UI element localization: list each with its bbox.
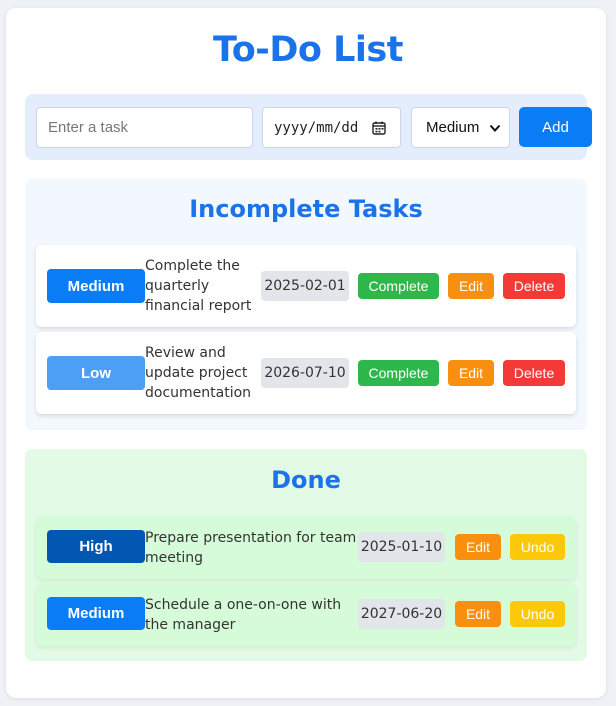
task-text-line: financial report xyxy=(145,298,252,314)
task-text: Complete the quarterly financial report xyxy=(145,256,251,316)
task-text: Review and update project documentation xyxy=(145,343,251,403)
priority-badge: High xyxy=(47,530,145,563)
due-date-badge: 2025-02-01 xyxy=(261,271,349,301)
task-text-line: Prepare presentation for team xyxy=(145,530,357,546)
page-title: To-Do List xyxy=(213,30,403,70)
edit-button[interactable]: Edit xyxy=(455,534,501,560)
task-text-line: meeting xyxy=(145,550,204,566)
edit-button[interactable]: Edit xyxy=(448,360,494,386)
task-text-line: Review and xyxy=(145,345,226,361)
task-text-line: Complete the xyxy=(145,258,240,274)
add-button[interactable]: Add xyxy=(519,107,592,147)
undo-button[interactable]: Undo xyxy=(510,601,565,627)
complete-button[interactable]: Complete xyxy=(358,360,439,386)
priority-badge: Low xyxy=(47,356,145,390)
due-date-placeholder: yyyy/mm/dd xyxy=(274,119,359,136)
delete-button[interactable]: Delete xyxy=(503,360,565,386)
priority-badge: Medium xyxy=(47,269,145,303)
task-text-line: documentation xyxy=(145,385,252,401)
task-row: Medium Complete the quarterly financial … xyxy=(36,245,576,327)
task-text: Prepare presentation for team meeting xyxy=(145,528,356,568)
undo-button[interactable]: Undo xyxy=(510,534,565,560)
delete-button[interactable]: Delete xyxy=(503,273,565,299)
priority-select[interactable]: Medium xyxy=(411,107,510,148)
due-date-badge: 2027-06-20 xyxy=(358,599,445,629)
task-text-line: quarterly xyxy=(145,278,210,294)
due-date-badge: 2026-07-10 xyxy=(261,358,349,388)
task-row: Medium Schedule a one-on-one with the ma… xyxy=(36,583,576,646)
task-text: Schedule a one-on-one with the manager xyxy=(145,595,341,635)
task-row: High Prepare presentation for team meeti… xyxy=(36,516,576,579)
task-text-line: update project xyxy=(145,365,248,381)
task-input[interactable] xyxy=(36,107,253,148)
complete-button[interactable]: Complete xyxy=(358,273,439,299)
priority-badge: Medium xyxy=(47,597,145,630)
incomplete-heading: Incomplete Tasks xyxy=(189,195,423,223)
edit-button[interactable]: Edit xyxy=(448,273,494,299)
due-date-input[interactable]: yyyy/mm/dd xyxy=(262,107,401,148)
edit-button[interactable]: Edit xyxy=(455,601,501,627)
priority-selected-value: Medium xyxy=(426,119,480,136)
done-heading: Done xyxy=(271,466,341,494)
due-date-badge: 2025-01-10 xyxy=(358,532,445,562)
task-text-line: the manager xyxy=(145,617,236,633)
task-row: Low Review and update project documentat… xyxy=(36,332,576,414)
task-text-line: Schedule a one-on-one with xyxy=(145,597,342,613)
calendar-icon[interactable] xyxy=(372,121,386,135)
chevron-down-icon xyxy=(489,124,501,132)
